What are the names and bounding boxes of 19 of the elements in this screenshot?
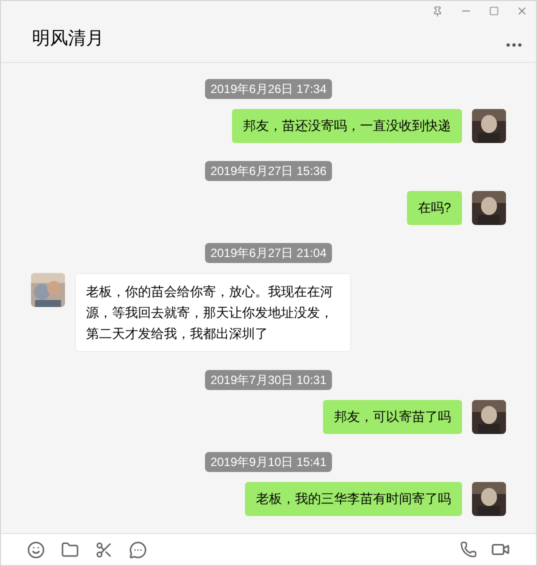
emoji-icon[interactable] <box>27 540 45 558</box>
maximize-icon[interactable] <box>489 6 499 16</box>
window-title: 明风清月 <box>32 27 104 50</box>
timestamp: 2019年7月30日 10:31 <box>205 370 332 390</box>
timestamp: 2019年6月27日 15:36 <box>205 161 332 181</box>
timestamp: 2019年6月27日 21:04 <box>205 243 332 263</box>
phone-icon[interactable] <box>460 541 477 558</box>
sent-message: 老板，我的三华李苗有时间寄了吗 <box>245 482 462 516</box>
close-icon[interactable] <box>516 5 528 17</box>
folder-icon[interactable] <box>61 540 79 558</box>
sent-message: 邦友，可以寄苗了吗 <box>323 400 462 434</box>
received-message: 老板，你的苗会给你寄，放心。我现在在河源，等我回去就寄，那天让你发地址没发，第二天才发给我，我都出深圳了 <box>75 273 351 352</box>
timestamp: 2019年6月26日 17:34 <box>205 79 332 99</box>
pin-icon[interactable] <box>432 6 443 16</box>
sent-message: 邦友，苗还没寄吗，一直没收到快递 <box>232 109 462 143</box>
chat-icon[interactable] <box>129 540 147 558</box>
sent-message: 在吗? <box>406 191 462 225</box>
timestamp: 2019年9月10日 15:41 <box>205 452 332 472</box>
scissors-icon[interactable] <box>95 540 113 558</box>
